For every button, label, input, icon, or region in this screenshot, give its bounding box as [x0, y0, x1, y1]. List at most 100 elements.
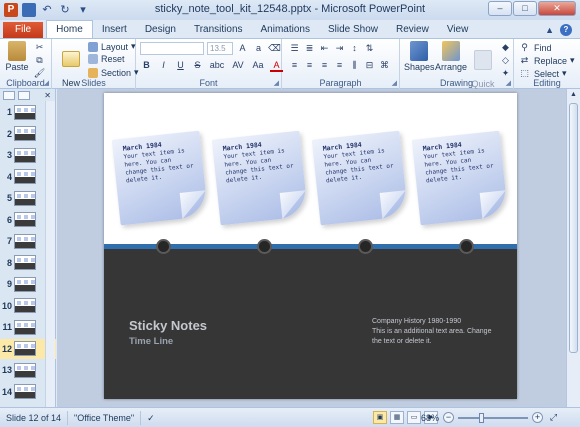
copy-icon[interactable]: ⧉ — [33, 54, 46, 67]
underline-button[interactable]: U — [174, 59, 187, 72]
align-center-icon[interactable]: ≡ — [303, 59, 316, 72]
outline-tab-icon[interactable] — [18, 90, 30, 100]
layout-button[interactable]: Layout ▾ — [88, 41, 136, 52]
quick-styles-icon — [474, 50, 492, 70]
tab-home[interactable]: Home — [46, 20, 93, 38]
line-spacing-icon[interactable]: ↕ — [348, 42, 361, 55]
reset-button[interactable]: Reset — [88, 54, 125, 64]
bold-button[interactable]: B — [140, 59, 153, 72]
maximize-button[interactable]: □ — [513, 1, 537, 16]
help-icon[interactable]: ? — [560, 24, 572, 36]
increase-indent-icon[interactable]: ⇥ — [333, 42, 346, 55]
note-curl — [479, 190, 509, 219]
align-text-icon[interactable]: ⊟ — [363, 59, 376, 72]
align-right-icon[interactable]: ≡ — [318, 59, 331, 72]
justify-icon[interactable]: ≡ — [333, 59, 346, 72]
char-spacing-button[interactable]: AV — [230, 59, 246, 72]
zoom-in-icon[interactable]: + — [532, 412, 543, 423]
normal-view-icon[interactable]: ▣ — [373, 411, 387, 424]
shapes-button[interactable]: Shapes — [404, 41, 435, 72]
font-name-box[interactable] — [140, 42, 204, 55]
zoom-level[interactable]: 68% — [421, 413, 439, 423]
clear-format-icon[interactable]: ⌫ — [268, 42, 281, 55]
bullets-icon[interactable]: ☰ — [288, 42, 301, 55]
slide-number: 5 — [6, 193, 12, 203]
sticky-note-3[interactable]: March 1984 Your text item is here. You c… — [311, 130, 409, 226]
redo-icon[interactable]: ↻ — [58, 3, 72, 17]
text-direction-icon[interactable]: ⇅ — [363, 42, 376, 55]
section-button[interactable]: Section ▾ — [88, 67, 139, 78]
smartart-icon[interactable]: ⌘ — [378, 59, 391, 72]
scroll-up-icon[interactable]: ▲ — [567, 89, 580, 101]
tab-view[interactable]: View — [438, 22, 478, 38]
slide-number: 6 — [6, 214, 12, 225]
find-button[interactable]: ⚲ Find — [518, 41, 552, 54]
font-launcher-icon[interactable]: ◢ — [274, 79, 279, 87]
shapes-icon — [410, 41, 428, 61]
slide-side-text[interactable]: Company History 1980-1990 This is an add… — [372, 317, 502, 347]
drawing-launcher-icon[interactable]: ◢ — [506, 79, 511, 87]
strikethrough-button[interactable]: S — [191, 59, 204, 72]
sticky-note-1[interactable]: March 1984 Your text item is here. You c… — [111, 130, 209, 226]
decrease-indent-icon[interactable]: ⇤ — [318, 42, 331, 55]
minimize-button[interactable]: – — [488, 1, 512, 16]
fit-to-window-icon[interactable]: ⤢ — [547, 411, 560, 424]
font-size-box[interactable]: 13.5 — [207, 42, 233, 55]
slide-title[interactable]: Sticky Notes — [129, 318, 207, 333]
timeline-dot — [459, 239, 474, 254]
scroll-thumb[interactable] — [569, 103, 578, 353]
slide-subtitle[interactable]: Time Line — [129, 336, 173, 347]
clipboard-launcher-icon[interactable]: ◢ — [44, 79, 49, 87]
thumbnails-scrollbar[interactable] — [45, 101, 55, 407]
cut-icon[interactable]: ✂ — [33, 41, 46, 54]
tab-design[interactable]: Design — [136, 22, 185, 38]
arrange-icon — [442, 41, 460, 61]
reset-label: Reset — [101, 54, 125, 64]
close-pane-icon[interactable]: ✕ — [44, 91, 55, 100]
tab-insert[interactable]: Insert — [93, 22, 136, 38]
sticky-note-2[interactable]: March 1984 Your text item is here. You c… — [211, 130, 309, 226]
shape-fill-icon[interactable]: ◆ — [499, 41, 512, 54]
side-body: This is an additional text area. Change … — [372, 328, 492, 345]
numbering-icon[interactable]: ≣ — [303, 42, 316, 55]
reading-view-icon[interactable]: ▭ — [407, 411, 421, 424]
collapse-ribbon-icon[interactable]: ▲ — [545, 25, 554, 35]
shadow-button[interactable]: abc — [208, 59, 226, 72]
vertical-scrollbar[interactable]: ▲ — [566, 89, 580, 407]
zoom-out-icon[interactable]: − — [443, 412, 454, 423]
change-case-button[interactable]: Aa — [250, 59, 266, 72]
align-left-icon[interactable]: ≡ — [288, 59, 301, 72]
slide-canvas[interactable]: March 1984 Your text item is here. You c… — [104, 93, 517, 399]
theme-name[interactable]: "Office Theme" — [68, 410, 142, 425]
tab-slide-show[interactable]: Slide Show — [319, 22, 387, 38]
slide-number: 10 — [1, 300, 12, 311]
sticky-note-4[interactable]: March 1984 Your text item is here. You c… — [411, 130, 509, 226]
shape-outline-icon[interactable]: ◇ — [499, 54, 512, 67]
close-button[interactable]: ✕ — [538, 1, 576, 16]
tab-file[interactable]: File — [3, 22, 44, 38]
customize-qat-icon[interactable]: ▾ — [76, 3, 90, 17]
arrange-button[interactable]: Arrange — [434, 41, 468, 72]
spelling-icon[interactable]: ✓ — [141, 411, 161, 425]
tab-animations[interactable]: Animations — [252, 22, 319, 38]
find-label: Find — [534, 42, 552, 53]
paragraph-launcher-icon[interactable]: ◢ — [392, 79, 397, 87]
tab-review[interactable]: Review — [387, 22, 438, 38]
undo-icon[interactable]: ↶ — [40, 3, 54, 17]
paste-label: Paste — [5, 62, 29, 72]
slides-tab-icon[interactable] — [3, 90, 15, 100]
grow-font-icon[interactable]: A — [236, 42, 249, 55]
zoom-slider-knob[interactable] — [479, 412, 484, 423]
tab-transitions[interactable]: Transitions — [185, 22, 252, 38]
slide-number: 8 — [6, 257, 12, 268]
slide-preview — [14, 126, 36, 141]
columns-icon[interactable]: ⫼ — [348, 59, 361, 72]
replace-button[interactable]: ⇄ Replace ▾ — [518, 54, 575, 67]
zoom-slider[interactable] — [458, 412, 528, 423]
paste-button[interactable]: Paste — [4, 41, 30, 72]
save-icon[interactable] — [22, 3, 36, 17]
italic-button[interactable]: I — [157, 59, 170, 72]
powerpoint-app-icon[interactable]: P — [4, 3, 18, 17]
slide-sorter-icon[interactable]: ▦ — [390, 411, 404, 424]
shrink-font-icon[interactable]: a — [252, 42, 265, 55]
